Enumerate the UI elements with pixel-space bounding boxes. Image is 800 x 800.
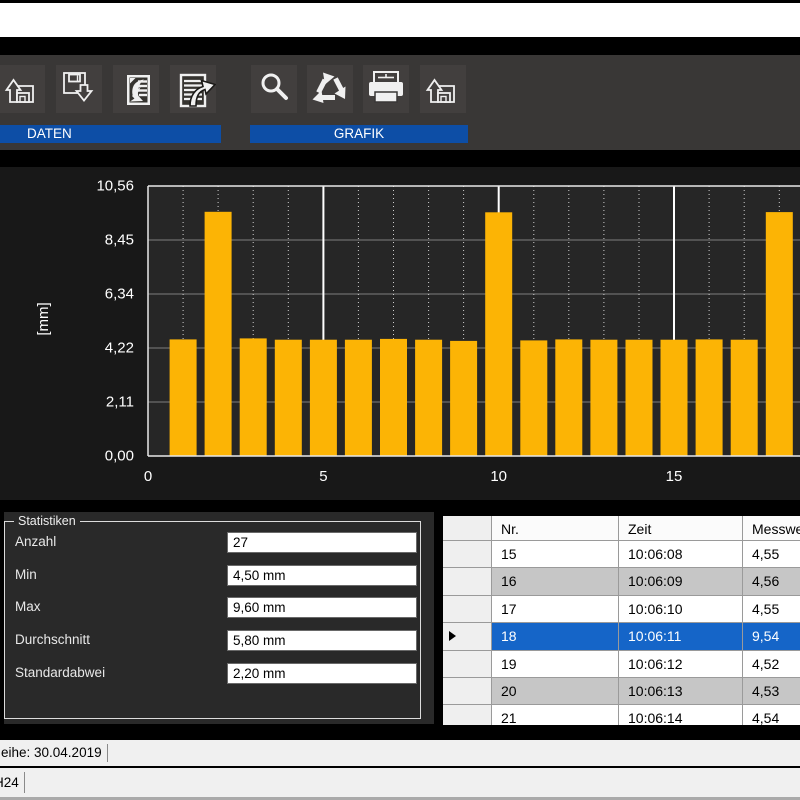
svg-text:0: 0 bbox=[144, 468, 152, 485]
svg-text:[mm]: [mm] bbox=[35, 302, 52, 335]
svg-text:5: 5 bbox=[319, 468, 327, 485]
svg-text:10,56: 10,56 bbox=[96, 178, 134, 195]
svg-text:6,34: 6,34 bbox=[105, 286, 134, 303]
svg-text:8,45: 8,45 bbox=[105, 232, 134, 249]
svg-text:2,11: 2,11 bbox=[106, 394, 134, 411]
svg-text:4,22: 4,22 bbox=[105, 340, 134, 357]
svg-text:10: 10 bbox=[490, 468, 507, 485]
svg-text:15: 15 bbox=[666, 468, 683, 485]
svg-text:0,00: 0,00 bbox=[105, 448, 134, 465]
